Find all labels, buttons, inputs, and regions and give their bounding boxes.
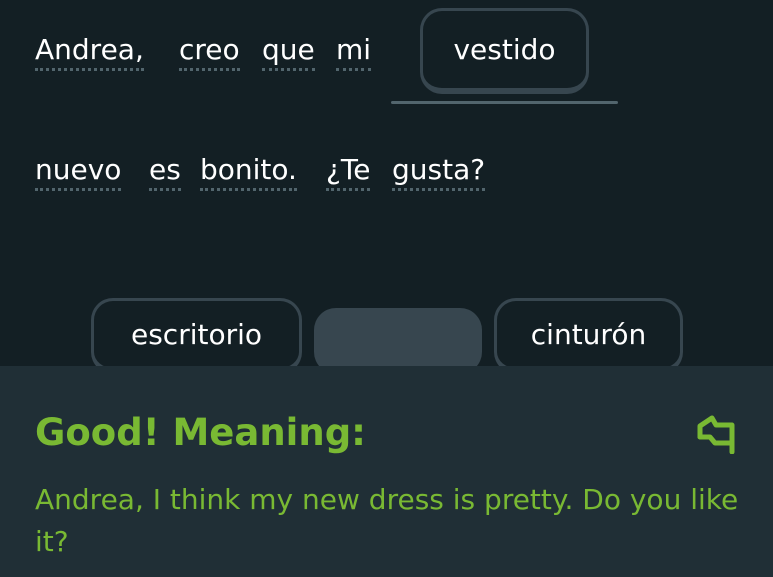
sentence-word[interactable]: es bbox=[149, 152, 181, 191]
answer-slot-line bbox=[391, 101, 618, 104]
feedback-panel: Good! Meaning: Andrea, I think my new dr… bbox=[0, 366, 773, 577]
word-bank-option[interactable]: escritorio bbox=[91, 298, 302, 374]
flag-icon[interactable] bbox=[696, 414, 738, 455]
feedback-title: Good! Meaning: bbox=[35, 411, 366, 454]
word-bank-option[interactable]: cinturón bbox=[494, 298, 683, 374]
sentence-word[interactable]: creo bbox=[179, 32, 240, 71]
sentence-word[interactable]: gusta? bbox=[392, 152, 486, 191]
placed-answer-chip[interactable]: vestido bbox=[420, 8, 589, 94]
sentence-word[interactable]: que bbox=[262, 32, 315, 71]
word-bank-empty-slot bbox=[314, 308, 482, 374]
sentence-word[interactable]: ¿Te bbox=[326, 152, 371, 191]
exercise-screen: Andrea, creo que mi vestido nuevo es bon… bbox=[0, 0, 773, 577]
sentence-word[interactable]: mi bbox=[336, 32, 372, 71]
sentence-word[interactable]: bonito. bbox=[200, 152, 297, 191]
translation-text: Andrea, I think my new dress is pretty. … bbox=[35, 483, 739, 558]
sentence-word[interactable]: nuevo bbox=[35, 152, 122, 191]
sentence-word[interactable]: Andrea, bbox=[35, 32, 144, 71]
